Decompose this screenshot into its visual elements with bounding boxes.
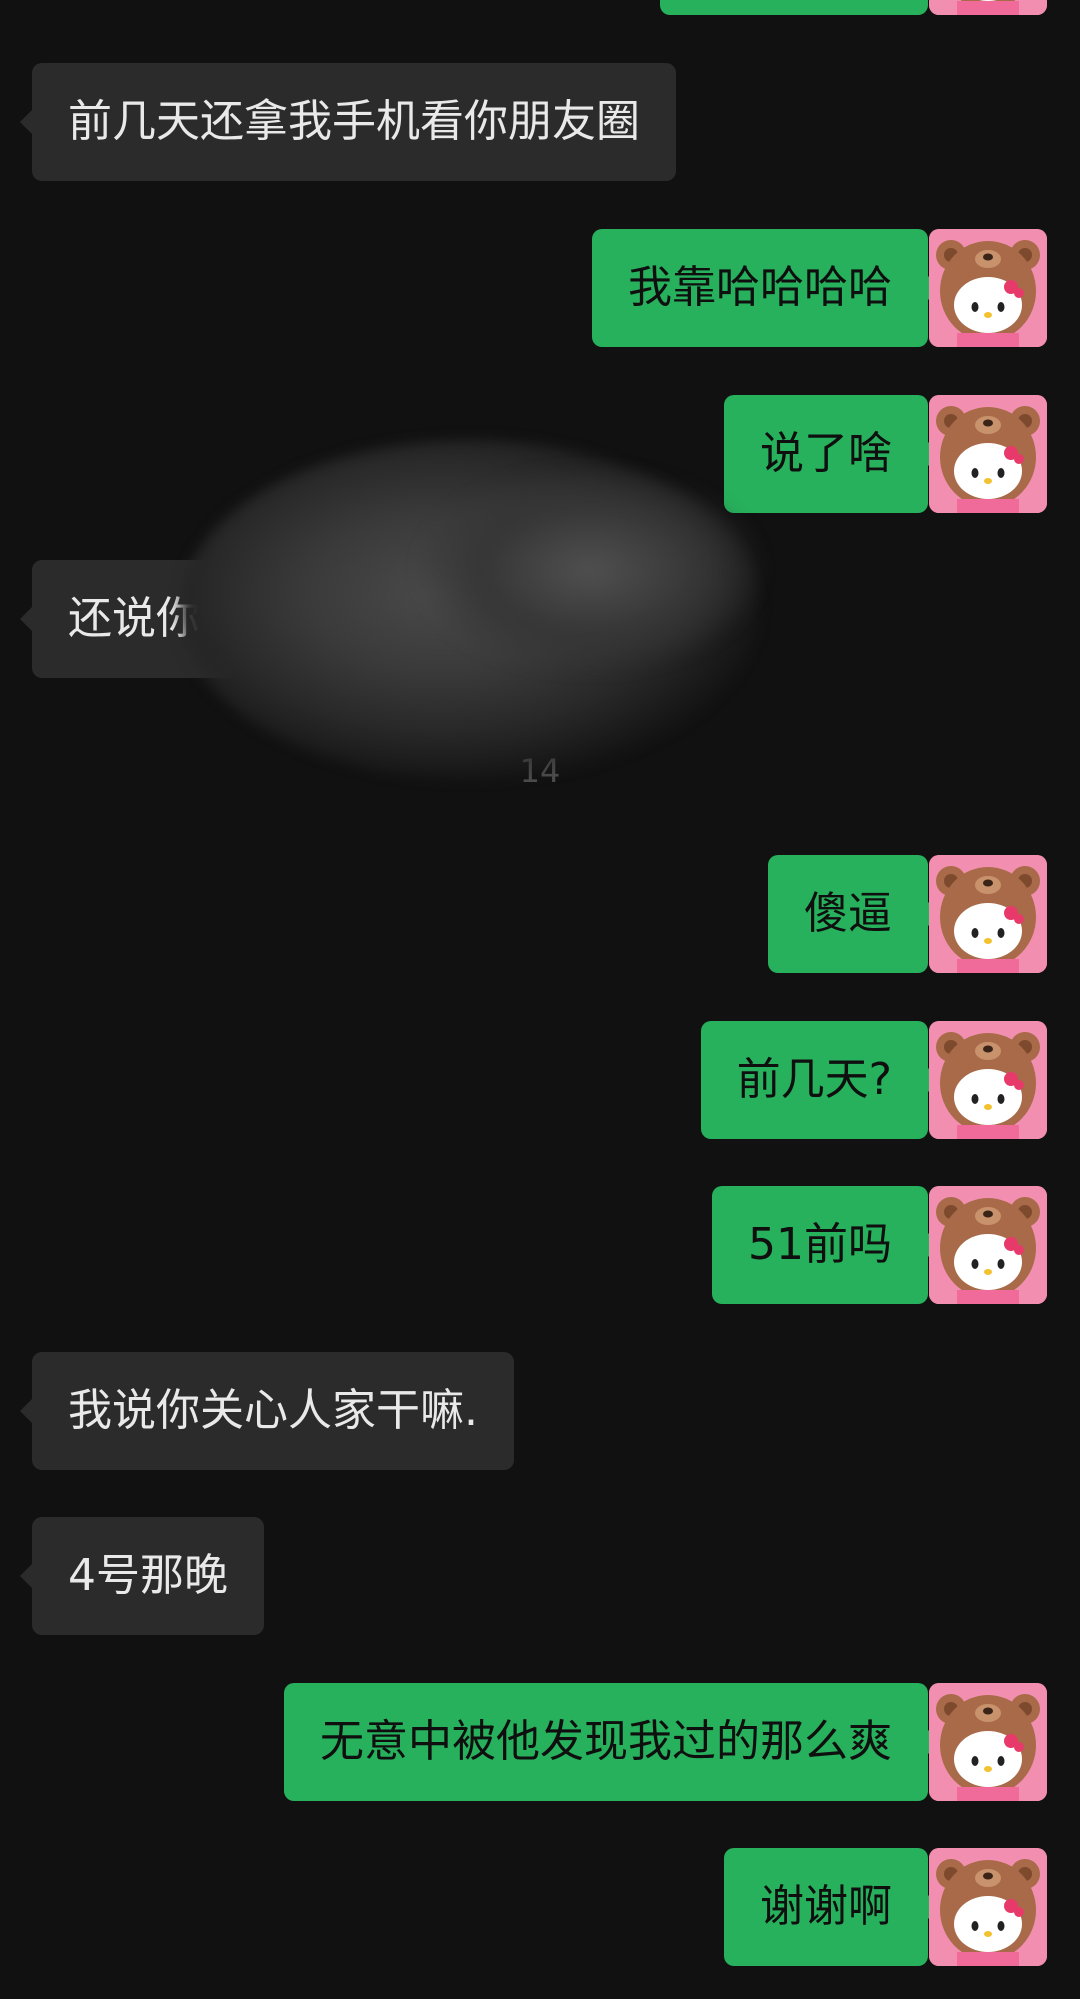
avatar-icon[interactable] (929, 1021, 1047, 1139)
avatar-icon[interactable] (929, 0, 1047, 15)
message-row-incoming: 我说你关心人家干嘛. (0, 1352, 1080, 1470)
avatar-icon[interactable] (929, 1683, 1047, 1801)
message-row-incoming: 4号那晚 (0, 1517, 1080, 1635)
message-row-outgoing: 无意中被他发现我过的那么爽 (0, 1683, 1080, 1801)
message-bubble[interactable]: 傻逼 (768, 855, 940, 973)
message-bubble[interactable]: 我靠哈哈哈哈 (592, 229, 940, 347)
avatar-icon[interactable] (929, 855, 1047, 973)
chat-area: 前几天还拿我手机看你朋友圈 我靠哈哈哈哈 说了啥 还说你 14 傻逼 前几天? … (0, 0, 1080, 1999)
avatar-icon[interactable] (929, 229, 1047, 347)
message-row-outgoing: 傻逼 (0, 855, 1080, 973)
message-bubble[interactable]: 谢谢啊 (724, 1848, 940, 1966)
message-bubble[interactable] (660, 0, 928, 15)
message-row-outgoing: 前几天? (0, 1021, 1080, 1139)
message-bubble[interactable]: 前几天? (700, 1021, 941, 1139)
message-bubble[interactable]: 4号那晚 (20, 1517, 264, 1635)
message-bubble[interactable]: 说了啥 (724, 395, 940, 513)
message-row-incoming: 前几天还拿我手机看你朋友圈 (0, 63, 1080, 181)
avatar-icon[interactable] (929, 1186, 1047, 1304)
message-row-outgoing: 谢谢啊 (0, 1848, 1080, 1966)
message-bubble[interactable]: 前几天还拿我手机看你朋友圈 (20, 63, 676, 181)
message-bubble[interactable]: 我说你关心人家干嘛. (20, 1352, 514, 1470)
redaction-smudge (420, 470, 760, 670)
message-bubble[interactable]: 无意中被他发现我过的那么爽 (284, 1683, 940, 1801)
message-row-outgoing (0, 0, 1080, 15)
avatar-icon[interactable] (929, 1848, 1047, 1966)
message-bubble[interactable]: 51前吗 (712, 1186, 940, 1304)
message-row-outgoing: 我靠哈哈哈哈 (0, 229, 1080, 347)
message-row-outgoing: 51前吗 (0, 1186, 1080, 1304)
avatar-icon[interactable] (929, 395, 1047, 513)
